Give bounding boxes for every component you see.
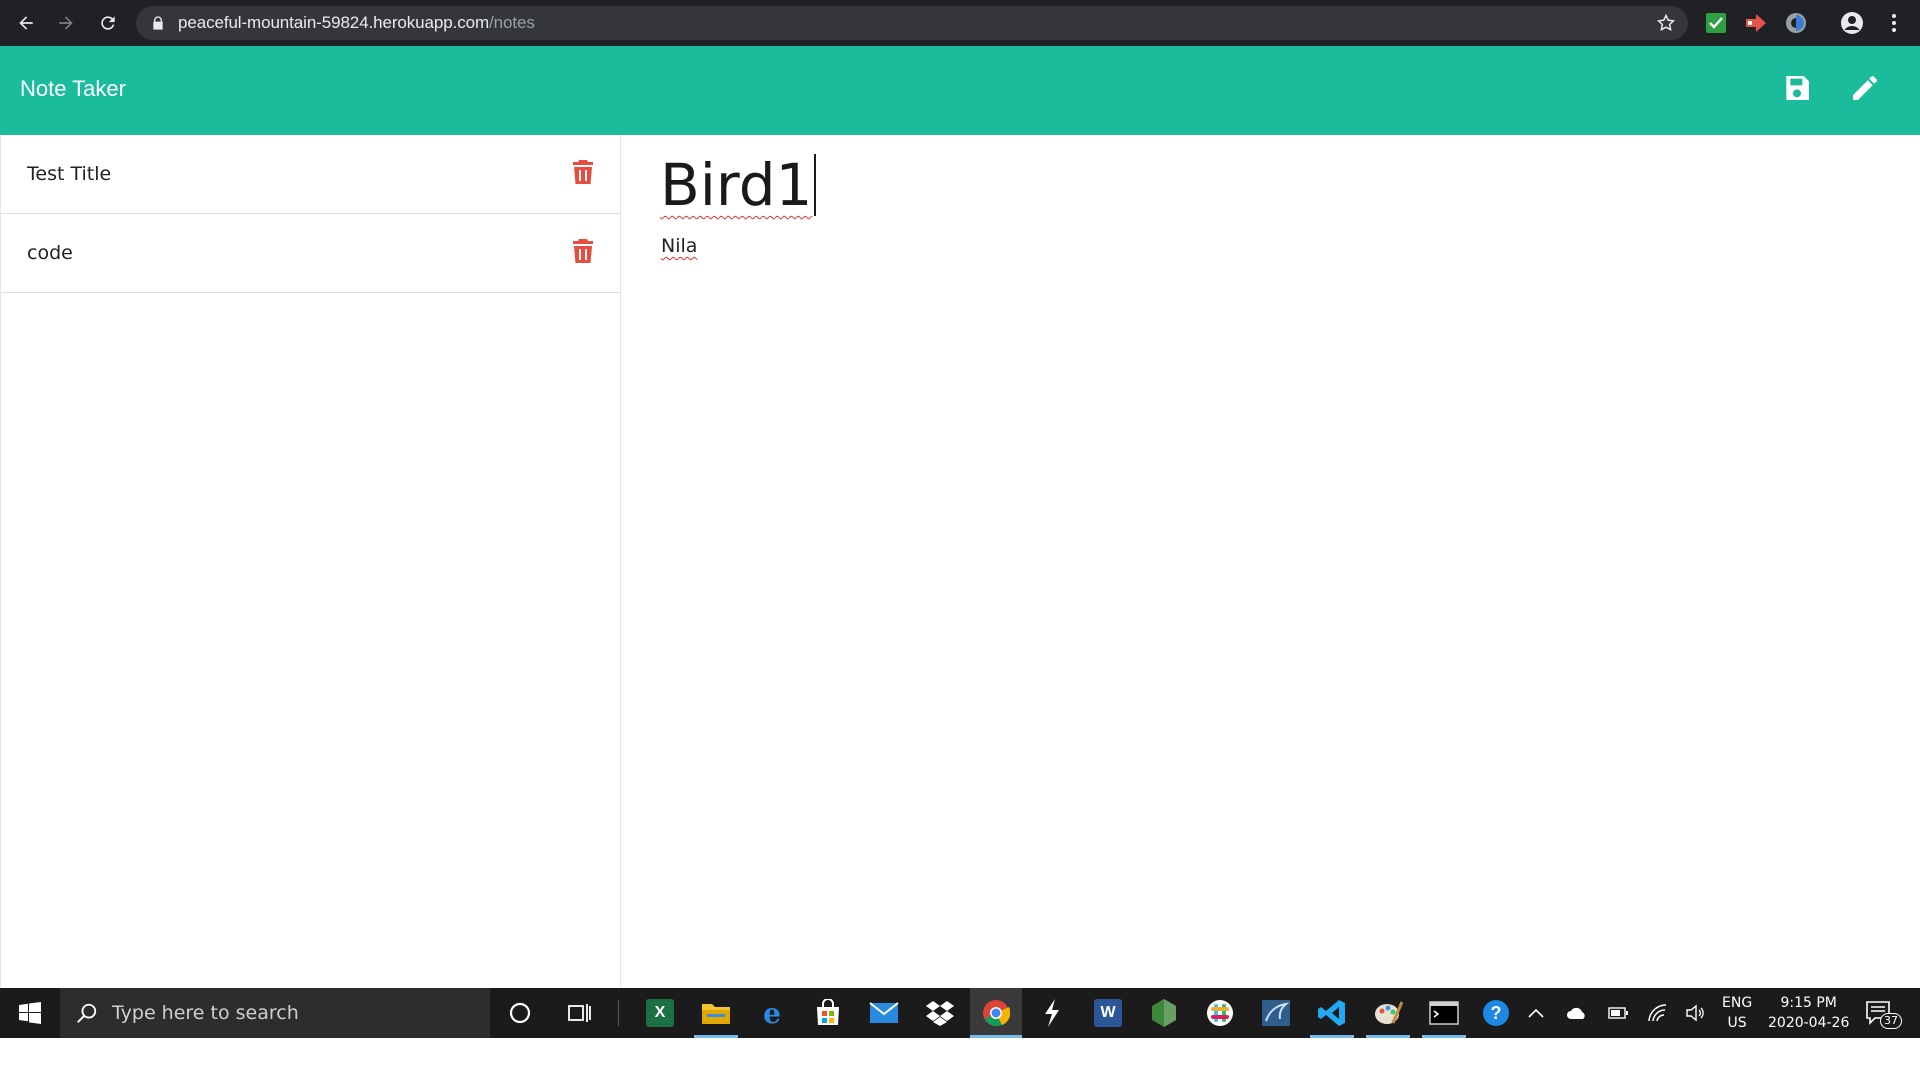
node-hexagon-icon (1152, 999, 1176, 1027)
slack-icon (1207, 1000, 1233, 1026)
language-code: ENG (1722, 995, 1753, 1011)
taskbar-app-mail[interactable] (866, 996, 902, 1030)
cortana-button[interactable] (502, 996, 538, 1030)
extension-check-icon[interactable] (1704, 11, 1728, 35)
cortana-circle-icon (509, 1002, 531, 1024)
vscode-icon (1318, 1000, 1345, 1026)
taskbar-app-vscode[interactable] (1310, 996, 1354, 1038)
taskbar-app-edge[interactable]: e (754, 996, 790, 1030)
taskbar-app-store[interactable] (810, 996, 846, 1030)
tray-chevron-up-icon[interactable] (1528, 988, 1544, 1038)
svg-text:?: ? (1491, 1003, 1502, 1023)
note-title-input[interactable]: Bird1 (660, 149, 817, 221)
app-header: Note Taker (0, 46, 1920, 135)
trash-icon (573, 160, 593, 184)
note-title-value: Bird1 (660, 151, 813, 219)
forward-button[interactable] (46, 0, 86, 46)
extension-circle-icon[interactable] (1784, 11, 1808, 35)
taskbar-app-word[interactable]: W (1090, 996, 1126, 1030)
start-button[interactable] (0, 988, 60, 1038)
tray-battery-icon[interactable] (1608, 988, 1628, 1038)
bookmark-star-icon[interactable] (1656, 13, 1676, 33)
taskbar-app-node[interactable] (1146, 996, 1182, 1030)
page-blank-area (0, 1038, 1920, 1080)
extension-arrow-icon[interactable] (1744, 11, 1768, 35)
windows-logo-icon (19, 1002, 41, 1024)
taskbar-app-chrome[interactable] (970, 988, 1022, 1038)
clock-date: 2020-04-26 (1768, 1015, 1850, 1031)
taskbar-search-box[interactable]: Type here to search (60, 988, 490, 1038)
windows-taskbar: Type here to search X e W ? ENG US 9:15 … (0, 988, 1920, 1038)
taskbar-app-excel[interactable]: X (642, 996, 678, 1030)
taskbar-app-dolphin[interactable] (1258, 996, 1294, 1030)
terminal-icon (1429, 1001, 1459, 1025)
tray-wifi-icon[interactable] (1648, 988, 1668, 1038)
taskbar-app-lightning[interactable] (1034, 996, 1070, 1030)
taskbar-app-file-explorer[interactable] (694, 996, 738, 1038)
taskbar-app-dropbox[interactable] (922, 996, 958, 1030)
save-note-button[interactable] (1779, 70, 1815, 106)
search-icon (77, 1003, 97, 1023)
word-icon: W (1094, 999, 1122, 1027)
lock-icon (153, 16, 163, 30)
pencil-icon (1853, 76, 1877, 100)
tray-clock[interactable]: 9:15 PM 2020-04-26 (1768, 988, 1849, 1038)
reload-icon (101, 16, 115, 30)
action-center-button[interactable]: 37 (1866, 988, 1902, 1038)
chrome-icon (983, 1000, 1010, 1027)
address-bar[interactable]: peaceful-mountain-59824.herokuapp.com/no… (136, 6, 1688, 40)
profile-avatar-icon[interactable] (1840, 11, 1864, 35)
search-placeholder: Type here to search (112, 1002, 299, 1024)
note-body-textarea[interactable]: Nila (661, 235, 697, 257)
browser-toolbar: peaceful-mountain-59824.herokuapp.com/no… (0, 0, 1920, 46)
task-view-button[interactable] (562, 996, 598, 1030)
new-note-button[interactable] (1847, 70, 1883, 106)
clock-time: 9:15 PM (1780, 995, 1837, 1011)
mail-icon (869, 1002, 899, 1023)
app-title[interactable]: Note Taker (20, 76, 126, 102)
url-text: peaceful-mountain-59824.herokuapp.com/no… (178, 13, 535, 33)
notification-count-badge: 37 (1880, 1013, 1902, 1029)
taskbar-app-paint[interactable] (1366, 996, 1410, 1038)
paint-palette-icon (1375, 1001, 1403, 1024)
note-editor: Bird1 Nila (622, 135, 1920, 988)
back-button[interactable] (6, 0, 46, 46)
note-item-title[interactable]: Test Title (27, 163, 111, 185)
trash-icon (573, 239, 593, 263)
delete-note-button[interactable] (572, 238, 596, 266)
save-icon (1786, 76, 1809, 100)
arrow-right-icon (59, 16, 73, 30)
taskbar-divider (618, 1000, 619, 1026)
taskbar-app-slack[interactable] (1202, 996, 1238, 1030)
reload-button[interactable] (88, 0, 128, 46)
note-item-title[interactable]: code (27, 242, 73, 264)
arrow-left-icon (19, 16, 33, 30)
tray-language[interactable]: ENG US (1722, 988, 1752, 1038)
store-bag-icon (817, 999, 839, 1025)
tray-onedrive-icon[interactable] (1566, 988, 1588, 1038)
dolphin-app-icon (1262, 1000, 1290, 1026)
browser-menu-icon[interactable] (1882, 11, 1906, 35)
language-region: US (1727, 1015, 1747, 1031)
edge-icon: e (763, 996, 781, 1030)
dropbox-icon (926, 1001, 954, 1026)
tray-volume-icon[interactable] (1686, 988, 1706, 1038)
note-list-item[interactable]: Test Title (1, 135, 620, 214)
url-path: /notes (489, 13, 535, 32)
folder-icon (702, 1004, 730, 1024)
text-caret (814, 154, 817, 216)
excel-icon: X (646, 999, 674, 1027)
task-view-icon (568, 1004, 591, 1022)
tray-help-icon[interactable]: ? (1482, 988, 1510, 1038)
delete-note-button[interactable] (572, 159, 596, 187)
url-host: peaceful-mountain-59824.herokuapp.com (178, 13, 490, 32)
note-list: Test Title code (0, 135, 621, 988)
taskbar-app-terminal[interactable] (1422, 996, 1466, 1038)
note-list-item[interactable]: code (1, 214, 620, 293)
lightning-app-icon (1045, 999, 1059, 1027)
